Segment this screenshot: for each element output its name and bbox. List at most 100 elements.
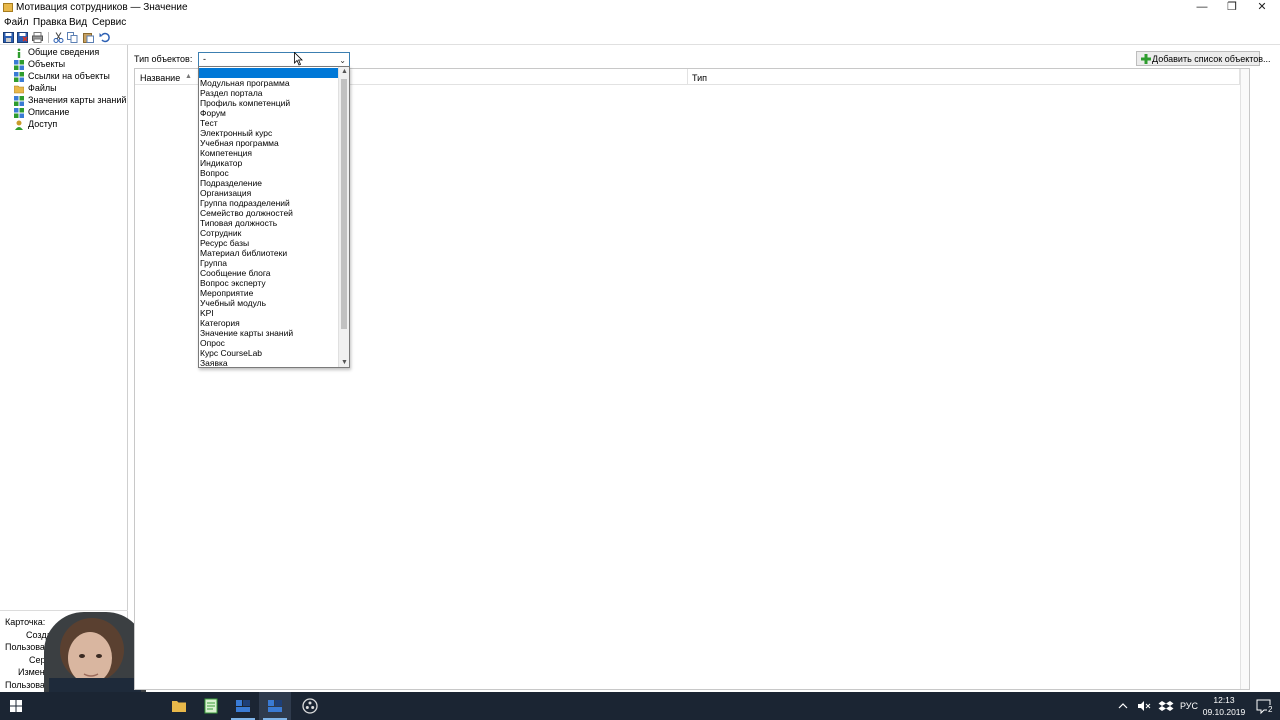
sidebar-item-label: Доступ [28,119,58,129]
dropdown-option[interactable]: Группа подразделений [199,198,338,208]
card-header: Карточка: [5,617,46,627]
scroll-down-icon[interactable]: ▼ [341,359,348,366]
sidebar-item-knowledge-map[interactable]: Значения карты знаний [14,95,126,107]
dropdown-option[interactable]: Компетенция [199,148,338,158]
dropdown-option[interactable]: Типовая должность [199,218,338,228]
dropdown-option[interactable]: Раздел портала [199,88,338,98]
column-header-name[interactable]: Название [140,73,180,83]
notepad-icon[interactable] [195,692,227,720]
object-type-select[interactable]: - ⌄ [198,52,350,67]
menu-file[interactable]: Файл [4,17,29,28]
dropdown-option[interactable]: Мероприятие [199,288,338,298]
dropdown-option[interactable]: Организация [199,188,338,198]
dropdown-option[interactable]: Индикатор [199,158,338,168]
dropdown-option[interactable]: Модульная программа [199,78,338,88]
clock-time[interactable]: 12:13 [1204,695,1244,705]
knowledge-map-icon [14,96,24,106]
menu-view[interactable]: Вид [69,17,87,28]
toolbar-separator [48,32,49,43]
links-icon [14,72,24,82]
chevron-down-icon[interactable]: ⌄ [339,56,346,65]
obs-icon[interactable] [294,692,326,720]
save-close-icon[interactable] [17,32,28,43]
dropdown-option[interactable]: Учебный модуль [199,298,338,308]
app-icon-2 [268,700,282,712]
cut-icon[interactable] [53,32,64,43]
grid-scrollbar[interactable] [1240,69,1249,689]
sidebar-item-label: Объекты [28,59,66,69]
dropbox-icon[interactable] [1158,692,1174,720]
dropdown-option[interactable]: Курс CourseLab [199,348,338,358]
dropdown-option[interactable]: Материал библиотеки [199,248,338,258]
object-type-dropdown-list[interactable]: Модульная программа Раздел портала Профи… [198,66,350,368]
sidebar-item-access[interactable]: Доступ [14,119,126,131]
dropdown-option[interactable]: Сообщение блога [199,268,338,278]
minimize-button[interactable]: — [1187,0,1217,15]
dropdown-option[interactable]: Вопрос эксперту [199,278,338,288]
save-icon[interactable] [3,32,14,43]
sidebar-item-general[interactable]: Общие сведения [14,47,126,59]
dropdown-option[interactable]: Электронный курс [199,128,338,138]
windows-start-icon[interactable] [0,692,32,720]
dropdown-option[interactable]: Семейство должностей [199,208,338,218]
folder-icon [14,85,24,94]
plus-icon [1141,54,1151,64]
object-type-label: Тип объектов: [134,54,193,64]
dropdown-option[interactable]: KPI [199,308,338,318]
dropdown-option[interactable]: Вопрос [199,168,338,178]
notifications-icon[interactable]: 2 [1254,692,1276,720]
app-icon-1 [236,700,250,712]
sidebar-item-label: Общие сведения [28,47,100,57]
dropdown-option-selected[interactable] [199,68,338,78]
sidebar-item-links[interactable]: Ссылки на объекты [14,71,126,83]
taskbar-app-1[interactable] [227,692,259,720]
dropdown-option[interactable]: Сотрудник [199,228,338,238]
menu-service[interactable]: Сервис [92,17,126,28]
sidebar-item-description[interactable]: Описание [14,107,126,119]
paste-icon[interactable] [83,32,94,43]
dropdown-option[interactable]: Значение карты знаний [199,328,338,338]
dropdown-option[interactable]: Заявка [199,358,338,367]
notification-count: 2 [1267,705,1274,714]
sidebar-item-label: Ссылки на объекты [28,71,110,81]
dropdown-scrollbar[interactable]: ▲ ▼ [338,67,349,367]
window-title: Мотивация сотрудников — Значение [16,2,188,13]
left-navigation-panel: Общие сведения Объекты Ссылки на объекты… [0,45,128,690]
description-icon [14,108,24,118]
print-icon[interactable] [32,32,43,43]
column-header-type[interactable]: Тип [692,73,707,83]
objects-icon [14,60,24,70]
dropdown-option[interactable]: Категория [199,318,338,328]
sidebar-item-objects[interactable]: Объекты [14,59,126,71]
add-object-list-label: Добавить список объектов... [1152,54,1271,64]
app-icon [3,3,13,12]
taskbar-app-2[interactable] [259,692,291,720]
scroll-thumb[interactable] [341,79,347,329]
menu-bar: Файл Правка Вид Сервис [0,15,1280,30]
close-button[interactable]: ✕ [1247,0,1277,15]
title-bar: Мотивация сотрудников — Значение — ❐ ✕ [0,0,1280,15]
dropdown-option[interactable]: Группа [199,258,338,268]
dropdown-option[interactable]: Форум [199,108,338,118]
dropdown-option[interactable]: Учебная программа [199,138,338,148]
restore-button[interactable]: ❐ [1217,0,1247,15]
input-language[interactable]: РУС [1180,701,1198,713]
sidebar-item-files[interactable]: Файлы [14,83,126,95]
volume-muted-icon[interactable] [1136,692,1152,720]
scroll-up-icon[interactable]: ▲ [341,68,348,75]
menu-edit[interactable]: Правка [33,17,67,28]
column-separator[interactable] [687,69,688,85]
clock-date[interactable]: 09.10.2019 [1201,707,1247,717]
dropdown-option[interactable]: Тест [199,118,338,128]
info-icon [17,48,21,58]
dropdown-option[interactable]: Подразделение [199,178,338,188]
copy-icon[interactable] [67,32,78,43]
dropdown-option[interactable]: Профиль компетенций [199,98,338,108]
dropdown-option[interactable]: Опрос [199,338,338,348]
undo-icon[interactable] [99,32,110,43]
tray-chevron-up-icon[interactable] [1116,692,1130,720]
file-explorer-icon[interactable] [163,692,195,720]
sort-asc-icon: ▲ [185,73,192,80]
dropdown-option[interactable]: Ресурс базы [199,238,338,248]
add-object-list-button[interactable]: Добавить список объектов... [1136,51,1271,66]
